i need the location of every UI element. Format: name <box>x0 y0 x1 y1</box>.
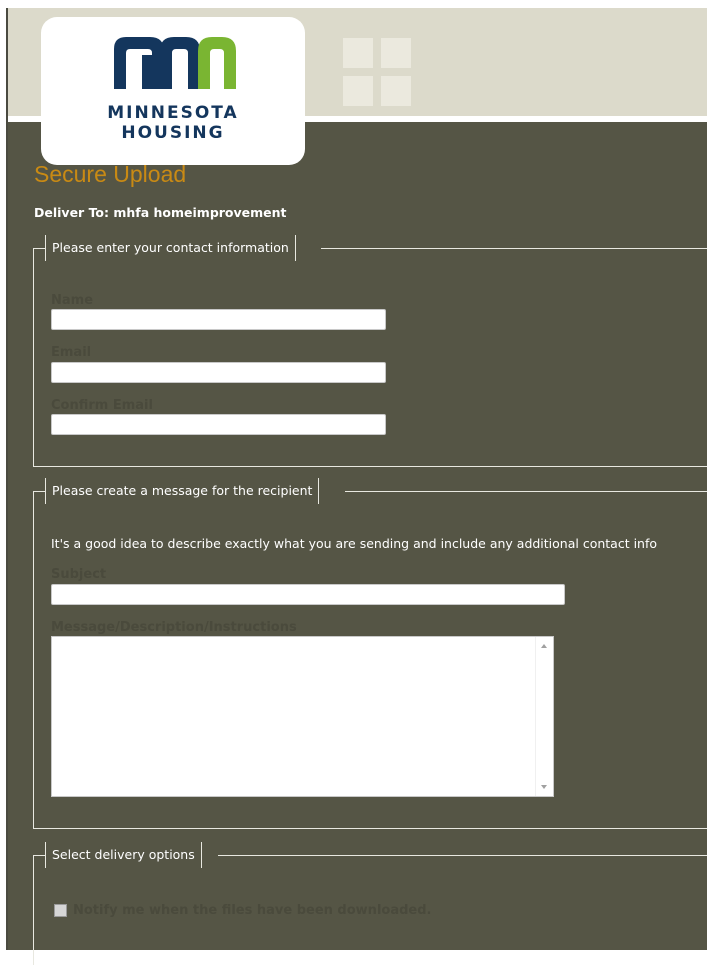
delivery-legend: Select delivery options <box>45 842 202 868</box>
notify-checkbox[interactable] <box>54 904 67 917</box>
message-body-wrapper <box>51 636 554 797</box>
logo-text-line1: MINNESOTA <box>107 103 239 123</box>
minnesota-housing-logo-icon <box>114 37 236 89</box>
message-fieldset-top-right <box>345 491 707 492</box>
deliver-to-text: Deliver To: mhfa homeimprovement <box>34 205 287 220</box>
scroll-down-icon[interactable] <box>541 785 547 789</box>
message-legend: Please create a message for the recipien… <box>45 478 320 504</box>
name-input[interactable] <box>51 309 386 330</box>
message-body-label: Message/Description/Instructions <box>51 620 297 635</box>
logo-text-line2: HOUSING <box>121 123 225 143</box>
scroll-up-icon[interactable] <box>541 644 547 648</box>
contact-legend: Please enter your contact information <box>45 235 296 261</box>
subject-input[interactable] <box>51 584 565 605</box>
notify-label[interactable]: Notify me when the files have been downl… <box>73 903 431 918</box>
confirm-email-input[interactable] <box>51 414 386 435</box>
textarea-scrollbar[interactable] <box>535 637 553 796</box>
confirm-email-label: Confirm Email <box>51 398 153 413</box>
name-label: Name <box>51 293 94 308</box>
delivery-fieldset-top-left <box>33 855 45 856</box>
message-hint: It's a good idea to describe exactly wha… <box>51 536 658 551</box>
contact-fieldset-top-left <box>33 248 45 249</box>
message-fieldset-top-left <box>33 491 45 492</box>
delivery-fieldset-top-right <box>218 855 707 856</box>
logo-card: MINNESOTA HOUSING <box>41 17 305 165</box>
page-title: Secure Upload <box>34 161 187 187</box>
email-label: Email <box>51 345 92 360</box>
left-border <box>0 8 8 950</box>
app-grid-icon <box>343 38 411 106</box>
subject-label: Subject <box>51 567 107 582</box>
contact-fieldset-top-right <box>321 248 707 249</box>
message-body-textarea[interactable] <box>52 637 536 796</box>
email-input[interactable] <box>51 362 386 383</box>
